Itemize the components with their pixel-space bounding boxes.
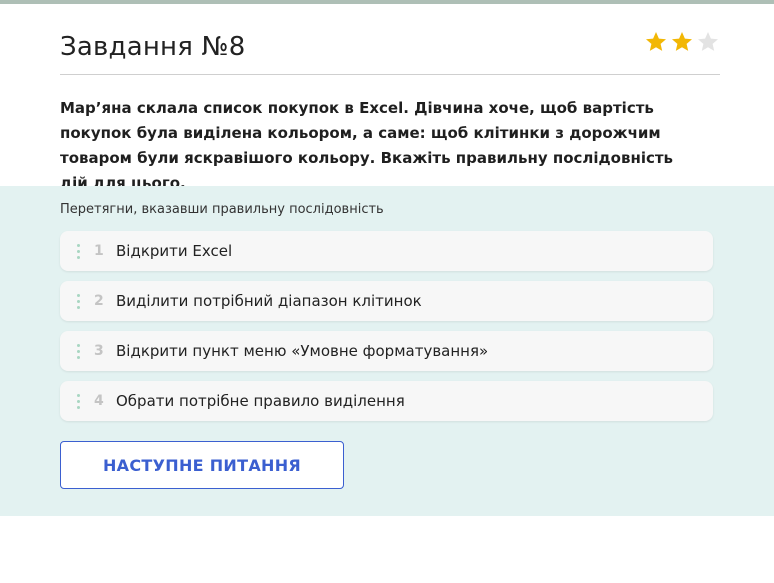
draggable-item[interactable]: 1 Відкрити Excel	[60, 231, 713, 271]
star-icon	[696, 30, 720, 54]
sortable-list: 1 Відкрити Excel 2 Виділити потрібний ді…	[60, 231, 713, 431]
item-label: Відкрити пункт меню «Умовне форматування…	[116, 342, 489, 360]
item-label: Обрати потрібне правило виділення	[116, 392, 405, 410]
draggable-item[interactable]: 2 Виділити потрібний діапазон клітинок	[60, 281, 713, 321]
item-label: Виділити потрібний діапазон клітинок	[116, 292, 422, 310]
item-number: 3	[94, 343, 104, 359]
item-number: 2	[94, 293, 104, 309]
drag-handle-icon[interactable]	[77, 343, 81, 359]
drag-handle-icon[interactable]	[77, 293, 81, 309]
task-header: Завдання №8	[60, 30, 720, 75]
drag-handle-icon[interactable]	[77, 393, 81, 409]
task-title: Завдання №8	[60, 32, 246, 62]
draggable-item[interactable]: 3 Відкрити пункт меню «Умовне форматуван…	[60, 331, 713, 371]
question-text: Мар’яна склала список покупок в Excel. Д…	[60, 99, 674, 192]
draggable-item[interactable]: 4 Обрати потрібне правило виділення	[60, 381, 713, 421]
drag-hint: Перетягни, вказавши правильну послідовні…	[60, 202, 384, 217]
answer-area: Перетягни, вказавши правильну послідовні…	[0, 186, 774, 516]
item-number: 4	[94, 393, 104, 409]
drag-handle-icon[interactable]	[77, 243, 81, 259]
next-question-button[interactable]: НАСТУПНЕ ПИТАННЯ	[60, 441, 344, 489]
difficulty-rating	[644, 30, 720, 54]
star-icon	[644, 30, 668, 54]
item-number: 1	[94, 243, 104, 259]
star-icon	[670, 30, 694, 54]
item-label: Відкрити Excel	[116, 242, 233, 260]
